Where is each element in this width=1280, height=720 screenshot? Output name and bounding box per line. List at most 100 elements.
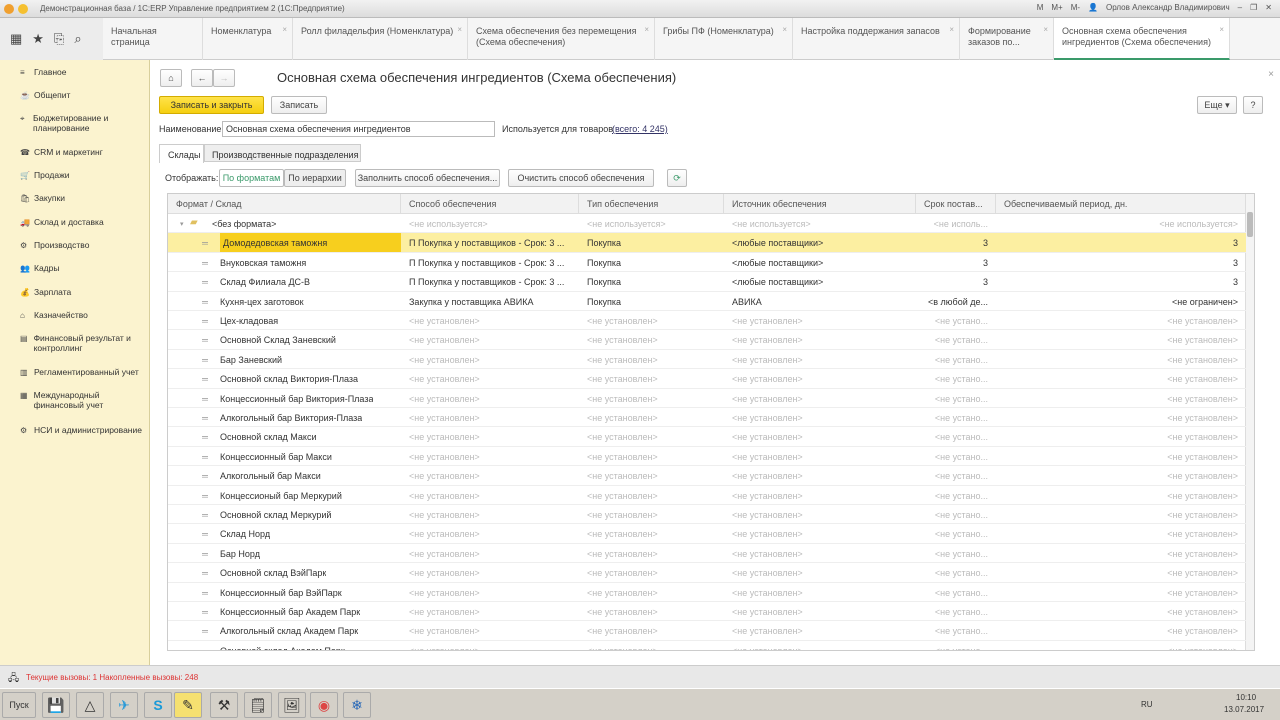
table-row[interactable]: ═ Склад Норд <не установлен> <не установлен… <box>168 524 1246 544</box>
skype-icon[interactable]: S <box>144 692 172 718</box>
help-button[interactable]: ? <box>1243 96 1263 114</box>
tab-1[interactable]: Номенклатура × <box>203 18 293 60</box>
tab-5[interactable]: Настройка поддержания запасов × <box>793 18 960 60</box>
sidebar-item-10[interactable]: ⌂ Казначейство <box>0 310 150 320</box>
1c-app-icon[interactable]: ✎ <box>174 692 202 718</box>
table-row[interactable]: ═ Концессионый бар Меркурий <не установлен… <box>168 486 1246 505</box>
table-row[interactable]: ═ Основной склад Макси <не установлен> <не … <box>168 427 1246 447</box>
minimize-icon[interactable]: – <box>1238 3 1242 12</box>
table-row[interactable]: ═ Домодедовская таможня П Покупка у постав… <box>168 233 1246 253</box>
sidebar-item-9[interactable]: 💰 Зарплата <box>0 287 150 297</box>
tab-4[interactable]: Грибы ПФ (Номенклатура) × <box>655 18 793 60</box>
expand-arrow-icon[interactable]: ▾ <box>180 214 184 233</box>
table-row[interactable]: ═ Основной склад Меркурий <не установлен> <… <box>168 505 1246 525</box>
clear-supply-method-button[interactable]: Очистить способ обеспечения <box>508 169 654 187</box>
search-icon[interactable]: ⌕ <box>74 31 81 47</box>
fill-supply-method-button[interactable]: Заполнить способ обеспечения... <box>355 169 500 187</box>
close-form-icon[interactable]: × <box>1268 69 1274 80</box>
tab-7[interactable]: Основная схема обеспечения ингредиентов … <box>1054 18 1230 60</box>
used-for-link[interactable]: (всего: 4 245) <box>612 124 668 134</box>
favorites-star-icon[interactable]: ★ <box>32 31 44 47</box>
forward-button[interactable]: → <box>213 69 235 87</box>
table-row[interactable]: ═ Основной склад Академ Парк <не установле… <box>168 641 1246 650</box>
column-header[interactable]: Срок постав... <box>916 194 996 214</box>
archicad-icon[interactable]: △ <box>76 692 104 718</box>
tab-close-icon[interactable]: × <box>782 24 787 35</box>
table-row[interactable]: ═ Основной Склад Заневский <не установлен>… <box>168 330 1246 350</box>
sidebar-item-6[interactable]: 🚚 Склад и доставка <box>0 217 150 227</box>
sections-grid-icon[interactable]: ▦ <box>10 31 22 47</box>
sidebar-item-8[interactable]: 👥 Кадры <box>0 263 150 273</box>
sidebar-item-11[interactable]: ▤ Финансовый результат и контроллинг <box>0 333 150 353</box>
start-button[interactable]: Пуск <box>2 692 36 718</box>
table-row[interactable]: ═ Цех-кладовая <не установлен> <не установл… <box>168 311 1246 331</box>
tab-0[interactable]: Начальная страница <box>103 18 203 60</box>
memo-mminus-button[interactable]: M- <box>1071 3 1080 12</box>
tab-close-icon[interactable]: × <box>1219 24 1224 35</box>
sidebar-item-4[interactable]: 🛒 Продажи <box>0 170 150 180</box>
sidebar-item-3[interactable]: ☎ CRM и маркетинг <box>0 147 150 157</box>
table-row[interactable]: ═ Основной склад ВэйПарк <не установлен> <н… <box>168 563 1246 583</box>
language-indicator[interactable]: RU <box>1141 700 1153 709</box>
table-row[interactable]: ═ Алкогольный склад Академ Парк <не устано… <box>168 621 1246 641</box>
table-row[interactable]: ═ Кухня-цех заготовок Закупка у поставщика… <box>168 292 1246 311</box>
scrollbar-thumb[interactable] <box>1247 212 1253 237</box>
tab-warehouses[interactable]: Склады <box>159 144 204 163</box>
table-row[interactable]: ═ Концессионный бар ВэйПарк <не установлен… <box>168 583 1246 602</box>
save-app-icon[interactable]: 💾 <box>42 692 70 718</box>
image-viewer-icon[interactable]: 🖼 <box>278 692 306 718</box>
table-row[interactable]: ═ Концессионный бар Макси <не установлен> <… <box>168 447 1246 467</box>
column-header[interactable]: Тип обеспечения <box>579 194 724 214</box>
column-header[interactable]: Обеспечиваемый период, дн. <box>996 194 1246 214</box>
notepad-icon[interactable]: 🗒 <box>244 692 272 718</box>
sidebar-item-1[interactable]: ☕ Общепит <box>0 90 150 100</box>
memo-m-button[interactable]: M <box>1037 3 1044 12</box>
sidebar-item-2[interactable]: ⌖ Бюджетирование и планирование <box>0 113 150 133</box>
table-row[interactable]: ═ Концессионный бар Виктория-Плаза <не уст… <box>168 389 1246 408</box>
table-row[interactable]: ═ Бар Норд <не установлен> <не установлен> <… <box>168 544 1246 564</box>
table-row[interactable]: ═ Склад Филиала ДС-В П Покупка у поставщик… <box>168 272 1246 292</box>
table-row[interactable]: ═ Алкогольный бар Виктория-Плаза <не устан… <box>168 408 1246 428</box>
column-header[interactable]: Способ обеспечения <box>401 194 579 214</box>
tab-6[interactable]: Формирование заказов по... × <box>960 18 1054 60</box>
restore-icon[interactable]: ❐ <box>1250 3 1257 12</box>
table-scrollbar[interactable] <box>1245 194 1254 650</box>
sidebar-item-0[interactable]: ≡ Главное <box>0 67 150 77</box>
home-button[interactable]: ⌂ <box>160 69 182 87</box>
tab-close-icon[interactable]: × <box>1043 24 1048 35</box>
table-row[interactable]: ═ Внуковская таможня П Покупка у поставщик… <box>168 253 1246 273</box>
sidebar-item-7[interactable]: ⚙ Производство <box>0 240 150 250</box>
clock-time[interactable]: 10:10 <box>1236 693 1256 702</box>
snowflake-app-icon[interactable]: ❄ <box>343 692 371 718</box>
tab-production-units[interactable]: Производственные подразделения <box>204 144 361 162</box>
table-row[interactable]: ═ Алкогольный бар Макси <не установлен> <не… <box>168 466 1246 486</box>
back-button[interactable]: ← <box>191 69 213 87</box>
history-icon[interactable]: ⎘ <box>54 31 64 47</box>
chrome-icon[interactable]: ◉ <box>310 692 338 718</box>
more-button[interactable]: Еще ▾ <box>1197 96 1237 114</box>
memo-mplus-button[interactable]: M+ <box>1051 3 1062 12</box>
table-row[interactable]: ═ Основной склад Виктория-Плаза <не устано… <box>168 369 1246 389</box>
column-header[interactable]: Источник обеспечения <box>724 194 916 214</box>
clock-date[interactable]: 13.07.2017 <box>1224 705 1264 714</box>
table-row[interactable]: ═ Концессионный бар Академ Парк <не устано… <box>168 602 1246 622</box>
main-menu-icon[interactable] <box>18 4 28 14</box>
tab-close-icon[interactable]: × <box>457 24 462 35</box>
sidebar-item-13[interactable]: ▦ Международный финансовый учет <box>0 390 150 410</box>
sidebar-item-5[interactable]: 🛍 Закупки <box>0 193 150 203</box>
by-hierarchy-toggle[interactable]: По иерархии <box>284 169 346 187</box>
tools-icon[interactable]: ⚒ <box>210 692 238 718</box>
tab-close-icon[interactable]: × <box>282 24 287 35</box>
sidebar-item-14[interactable]: ⚙ НСИ и администрирование <box>0 425 150 435</box>
close-window-icon[interactable]: ✕ <box>1265 3 1272 12</box>
refresh-button[interactable]: ⟳ <box>667 169 687 187</box>
user-name[interactable]: Орлов Александр Владимирович <box>1106 3 1230 12</box>
table-group-row[interactable]: ▾ ▰ <без формата> <не используется> <не испо… <box>168 214 1246 234</box>
sidebar-item-12[interactable]: ▥ Регламентированный учет <box>0 367 150 377</box>
save-and-close-button[interactable]: Записать и закрыть <box>159 96 264 114</box>
tab-3[interactable]: Схема обеспечения без перемещения (Схема… <box>468 18 655 60</box>
telegram-icon[interactable]: ✈ <box>110 692 138 718</box>
tab-2[interactable]: Ролл филадельфия (Номенклатура) × <box>293 18 468 60</box>
by-formats-toggle[interactable]: По форматам <box>219 169 284 187</box>
save-button[interactable]: Записать <box>271 96 327 114</box>
